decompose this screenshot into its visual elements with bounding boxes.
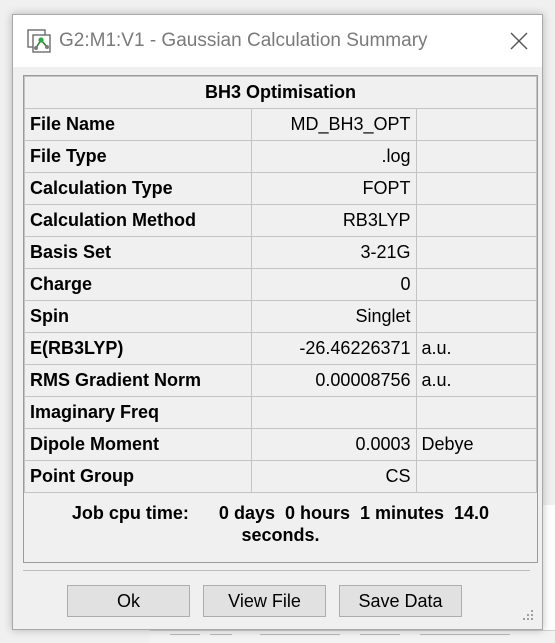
title-bar[interactable]: G2:M1:V1 - Gaussian Calculation Summary xyxy=(13,15,542,67)
row-label: Charge xyxy=(24,268,252,301)
row-value: 3-21G xyxy=(251,236,417,269)
button-separator xyxy=(23,570,530,571)
save-data-button[interactable]: Save Data xyxy=(339,585,462,617)
row-value: RB3LYP xyxy=(251,204,417,237)
row-value xyxy=(251,396,417,429)
calculation-summary-dialog: G2:M1:V1 - Gaussian Calculation Summary … xyxy=(12,14,543,630)
summary-panel: BH3 Optimisation File Name MD_BH3_OPT Fi… xyxy=(23,75,538,563)
row-value: Singlet xyxy=(251,300,417,333)
row-unit: Debye xyxy=(415,428,538,461)
row-unit xyxy=(415,300,538,333)
summary-table: BH3 Optimisation File Name MD_BH3_OPT Fi… xyxy=(24,76,538,493)
row-label: File Name xyxy=(24,108,252,141)
cpu-time-line-2: seconds. xyxy=(241,525,320,545)
row-value: CS xyxy=(251,460,417,493)
background-window-edge xyxy=(541,505,555,642)
close-button[interactable] xyxy=(496,15,542,67)
table-row: RMS Gradient Norm 0.00008756 a.u. xyxy=(24,364,538,397)
ok-button[interactable]: Ok xyxy=(67,585,190,617)
table-row: Calculation Method RB3LYP xyxy=(24,204,538,237)
row-label: File Type xyxy=(24,140,252,173)
resize-grip-icon[interactable] xyxy=(520,607,534,621)
row-unit xyxy=(415,172,538,205)
table-row: File Type .log xyxy=(24,140,538,173)
row-value: -26.46226371 xyxy=(251,332,417,365)
row-unit: a.u. xyxy=(415,364,538,397)
cpu-time-line-1: Job cpu time: 0 days 0 hours 1 minutes 1… xyxy=(71,503,490,523)
table-row: File Name MD_BH3_OPT xyxy=(24,108,538,141)
row-value: .log xyxy=(251,140,417,173)
window-title: G2:M1:V1 - Gaussian Calculation Summary xyxy=(59,30,428,51)
row-label: Spin xyxy=(24,300,252,333)
row-label: E(RB3LYP) xyxy=(24,332,252,365)
row-unit xyxy=(415,460,538,493)
table-row: Basis Set 3-21G xyxy=(24,236,538,269)
row-unit xyxy=(415,140,538,173)
table-row: Point Group CS xyxy=(24,460,538,493)
row-value: 0.00008756 xyxy=(251,364,417,397)
row-value: MD_BH3_OPT xyxy=(251,108,417,141)
close-icon xyxy=(510,32,528,50)
row-label: Calculation Type xyxy=(24,172,252,205)
row-unit xyxy=(415,236,538,269)
row-unit xyxy=(415,396,538,429)
row-unit: a.u. xyxy=(415,332,538,365)
table-row: Calculation Type FOPT xyxy=(24,172,538,205)
row-value: 0 xyxy=(251,268,417,301)
table-row: Spin Singlet xyxy=(24,300,538,333)
row-label: Imaginary Freq xyxy=(24,396,252,429)
job-cpu-time: Job cpu time: 0 days 0 hours 1 minutes 1… xyxy=(24,502,537,546)
table-row: E(RB3LYP) -26.46226371 a.u. xyxy=(24,332,538,365)
row-label: Dipole Moment xyxy=(24,428,252,461)
row-unit xyxy=(415,204,538,237)
background-window-strip xyxy=(150,630,555,643)
row-label: Basis Set xyxy=(24,236,252,269)
row-label: RMS Gradient Norm xyxy=(24,364,252,397)
table-row: Dipole Moment 0.0003 Debye xyxy=(24,428,538,461)
summary-heading: BH3 Optimisation xyxy=(24,76,537,109)
gaussview-molecule-icon xyxy=(27,29,51,53)
row-unit xyxy=(415,268,538,301)
row-label: Calculation Method xyxy=(24,204,252,237)
table-row: Imaginary Freq xyxy=(24,396,538,429)
row-label: Point Group xyxy=(24,460,252,493)
table-row: Charge 0 xyxy=(24,268,538,301)
view-file-button[interactable]: View File xyxy=(203,585,326,617)
row-unit xyxy=(415,108,538,141)
row-value: 0.0003 xyxy=(251,428,417,461)
row-value: FOPT xyxy=(251,172,417,205)
